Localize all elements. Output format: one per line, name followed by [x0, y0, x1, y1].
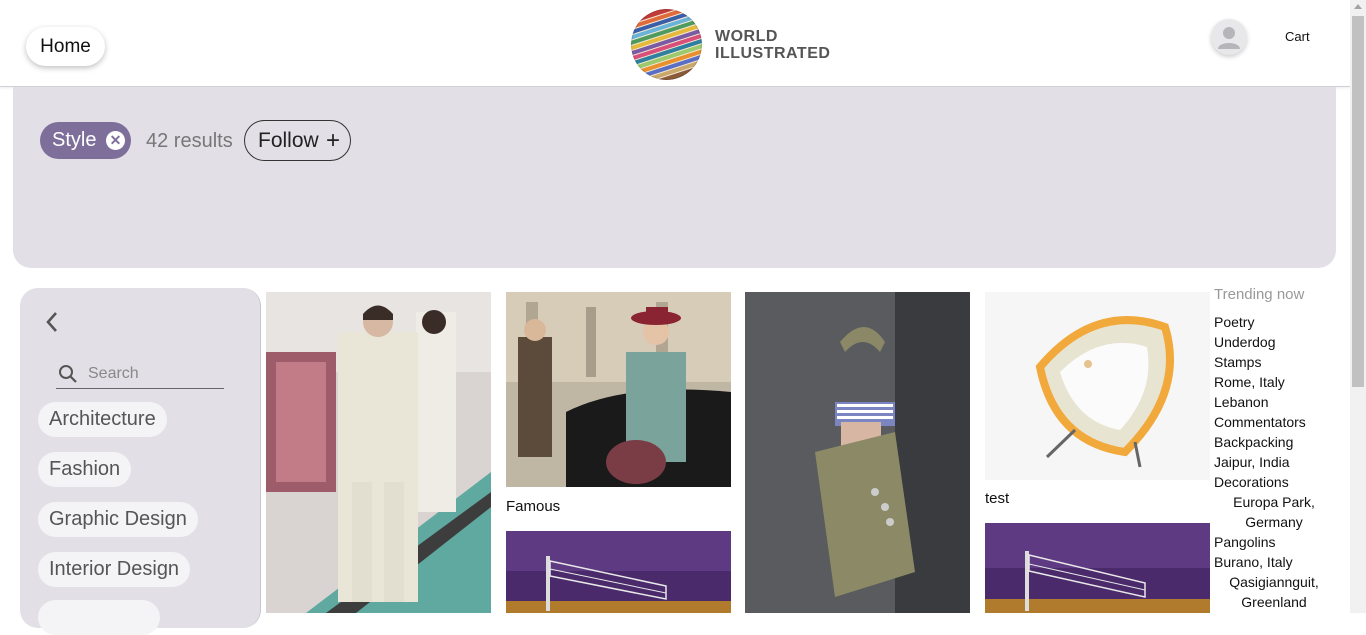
cart-link[interactable]: Cart: [1285, 29, 1310, 44]
trending-item[interactable]: Greenland: [1214, 592, 1334, 612]
results-count: 42 results: [146, 130, 233, 152]
trending-item[interactable]: Poetry: [1214, 312, 1334, 332]
trending-item[interactable]: Underdog: [1214, 332, 1334, 352]
world-illustrated-logo[interactable]: WORLD ILLUSTRATED: [631, 9, 830, 80]
trending-list: Poetry Underdog Stamps Rome, Italy Leban…: [1214, 312, 1334, 612]
search-icon: [59, 365, 77, 383]
scrollbar-thumb[interactable]: [1352, 16, 1364, 387]
globe-logo-icon: [631, 9, 702, 80]
trending-item[interactable]: Burano, Italy: [1214, 552, 1334, 572]
article-image-handbag[interactable]: [745, 292, 970, 613]
active-tag-label: Style: [52, 129, 97, 151]
trending-item[interactable]: Europa Park,: [1214, 492, 1334, 512]
article-caption-test[interactable]: test: [985, 490, 1009, 507]
trending-item[interactable]: Qasigiannguit,: [1214, 572, 1334, 592]
vertical-scrollbar[interactable]: [1350, 0, 1366, 613]
category-interior-design[interactable]: Interior Design: [38, 552, 191, 587]
category-graphic-design[interactable]: Graphic Design: [38, 502, 198, 537]
category-sidebar: Architecture Fashion Graphic Design Inte…: [20, 288, 261, 635]
article-image-volleyball-2[interactable]: [985, 523, 1210, 613]
follow-button[interactable]: Follow +: [244, 120, 351, 161]
article-image-runway[interactable]: [266, 292, 491, 613]
filter-panel: Style ✕ 42 results Follow +: [13, 87, 1336, 268]
trending-item[interactable]: Decorations: [1214, 472, 1334, 492]
user-icon: [1218, 27, 1240, 49]
logo-wordmark: WORLD ILLUSTRATED: [715, 28, 830, 62]
trending-item[interactable]: Germany: [1214, 512, 1334, 532]
scroll-up-arrow-icon[interactable]: [1354, 4, 1362, 9]
trending-item[interactable]: Lebanon: [1214, 392, 1334, 412]
article-image-famous[interactable]: [506, 292, 731, 487]
plus-icon: +: [325, 127, 340, 154]
user-avatar[interactable]: [1211, 19, 1247, 55]
trending-item[interactable]: Rome, Italy: [1214, 372, 1334, 392]
category-partial[interactable]: [38, 600, 160, 635]
trending-item[interactable]: Jaipur, India: [1214, 452, 1334, 472]
article-image-volleyball[interactable]: [506, 531, 731, 613]
logo-line-1: WORLD: [715, 27, 778, 45]
remove-tag-icon[interactable]: ✕: [106, 131, 125, 150]
article-image-test[interactable]: [985, 292, 1210, 480]
logo-line-2: ILLUSTRATED: [715, 44, 831, 62]
trending-item[interactable]: Stamps: [1214, 352, 1334, 372]
sidebar-search: [56, 360, 224, 389]
trending-title: Trending now: [1214, 286, 1305, 303]
follow-label: Follow: [258, 128, 319, 152]
trending-item[interactable]: Pangolins: [1214, 532, 1334, 552]
back-chevron-icon[interactable]: [44, 310, 60, 341]
top-navigation-bar: Home WORLD ILLUSTRATED Cart: [0, 0, 1350, 87]
article-caption-famous[interactable]: Famous: [506, 498, 560, 515]
home-button[interactable]: Home: [26, 27, 105, 66]
category-fashion[interactable]: Fashion: [38, 452, 132, 487]
trending-item[interactable]: Backpacking: [1214, 432, 1334, 452]
category-architecture[interactable]: Architecture: [38, 402, 167, 437]
trending-item[interactable]: Commentators: [1214, 412, 1334, 432]
search-input[interactable]: [88, 360, 218, 387]
active-tag-chip[interactable]: Style ✕: [40, 122, 131, 159]
